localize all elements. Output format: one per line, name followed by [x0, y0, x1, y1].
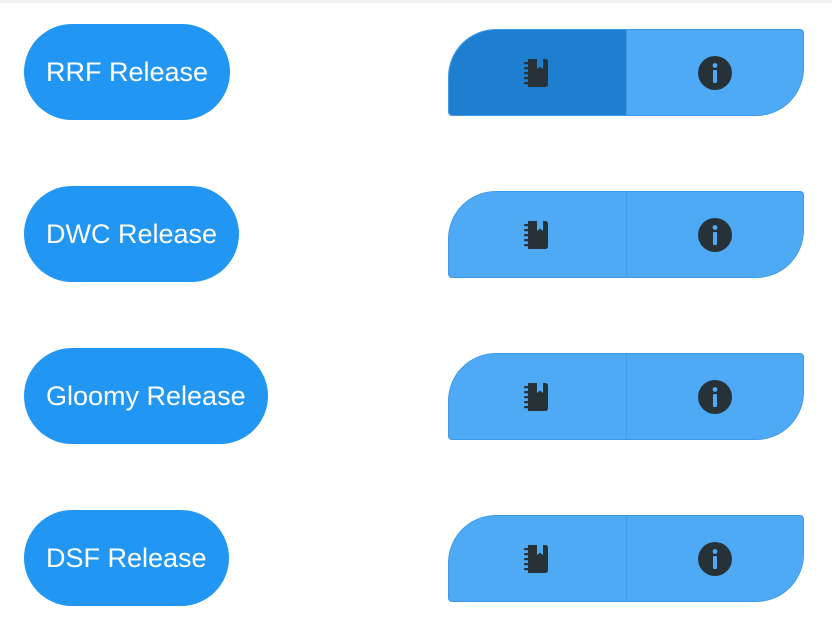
- dsf-release-actions: [448, 515, 804, 602]
- notebook-icon: [519, 55, 555, 91]
- gloomy-release-actions: [448, 353, 804, 440]
- notebook-icon: [519, 217, 555, 253]
- notebook-icon: [519, 379, 555, 415]
- release-row-dsf: DSF Release: [0, 486, 832, 606]
- gloomy-changelog-button[interactable]: [449, 354, 626, 439]
- rrf-changelog-button[interactable]: [449, 30, 626, 115]
- gloomy-info-button[interactable]: [625, 354, 803, 439]
- release-row-gloomy: Gloomy Release: [0, 324, 832, 444]
- dwc-changelog-button[interactable]: [449, 192, 626, 277]
- gloomy-release-button[interactable]: Gloomy Release: [24, 348, 268, 444]
- info-circle-icon: [697, 217, 733, 253]
- rrf-info-button[interactable]: [625, 30, 803, 115]
- dsf-release-button[interactable]: DSF Release: [24, 510, 229, 606]
- dwc-release-actions: [448, 191, 804, 278]
- release-row-rrf: RRF Release: [0, 0, 832, 120]
- info-circle-icon: [697, 55, 733, 91]
- info-circle-icon: [697, 541, 733, 577]
- dwc-release-button[interactable]: DWC Release: [24, 186, 240, 282]
- dsf-changelog-button[interactable]: [449, 516, 626, 601]
- info-circle-icon: [697, 379, 733, 415]
- release-row-dwc: DWC Release: [0, 162, 832, 282]
- notebook-icon: [519, 541, 555, 577]
- dwc-info-button[interactable]: [625, 192, 803, 277]
- rrf-release-actions: [448, 29, 804, 116]
- rrf-release-button[interactable]: RRF Release: [24, 24, 231, 120]
- dsf-info-button[interactable]: [625, 516, 803, 601]
